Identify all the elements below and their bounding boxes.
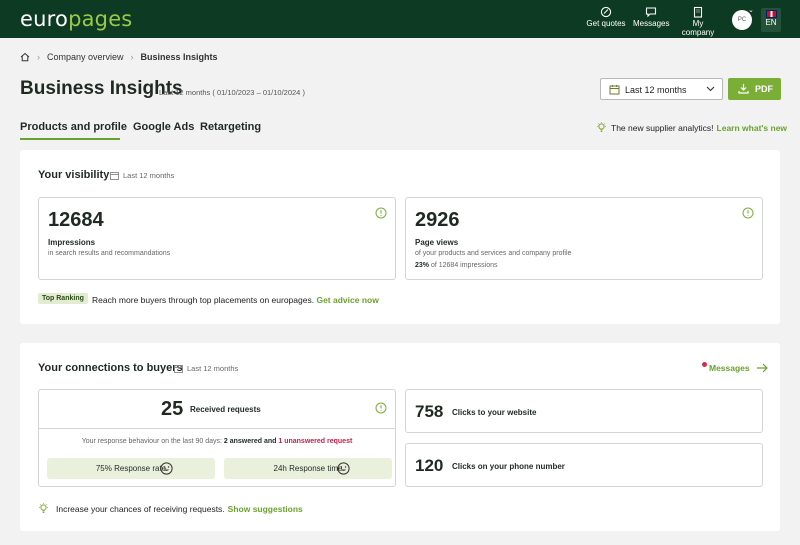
response-time-pill: 24h Response time (224, 458, 392, 479)
visibility-period-label: Last 12 months (123, 171, 175, 180)
europages-logo[interactable]: europages (20, 7, 132, 31)
get-advice-link[interactable]: Get advice now (316, 295, 378, 305)
show-suggestions-link[interactable]: Show suggestions (228, 504, 303, 514)
answered-count: 2 answered and (223, 438, 277, 445)
info-icon[interactable] (375, 402, 387, 414)
analytics-announcement: The new supplier analytics! Learn what's… (596, 122, 787, 133)
website-clicks-value: 758 (415, 402, 444, 421)
calendar-icon (110, 172, 119, 180)
download-icon (738, 84, 749, 94)
smiley-icon (160, 462, 173, 475)
top-ranking-text: Reach more buyers through top placements… (92, 295, 379, 305)
phone-clicks-label: Clicks on your phone number (452, 462, 565, 471)
page-views-share-rest: of 12684 impressions (430, 262, 498, 269)
response-rate-pill: 75% Response rate (47, 458, 215, 479)
analytics-note-text: The new supplier analytics! (611, 122, 714, 133)
language-label: EN (765, 18, 777, 27)
get-quotes-label: Get quotes (586, 19, 626, 28)
page-views-sublabel: of your products and services and compan… (415, 250, 572, 257)
calendar-icon (609, 85, 620, 95)
chevron-down-icon (706, 86, 715, 92)
info-icon[interactable] (742, 207, 754, 219)
top-navigation-bar: europages Get quotes Messages My company… (0, 0, 800, 38)
date-range-select[interactable]: Last 12 months (600, 78, 723, 100)
connections-card: Your connections to buyers Last 12 month… (20, 343, 780, 531)
tab-products-and-profile[interactable]: Products and profile (20, 121, 127, 133)
connections-period: Last 12 months (174, 364, 238, 373)
received-requests-box: 25 Received requests Your response behav… (38, 389, 396, 487)
active-tab-indicator (20, 138, 120, 140)
page-views-value: 2926 (415, 209, 460, 231)
received-requests-value: 25 (161, 398, 184, 420)
date-range-value: Last 12 months (625, 85, 687, 95)
info-icon[interactable] (375, 207, 387, 219)
response-behaviour-text: Your response behaviour on the last 90 d… (39, 438, 395, 445)
smiley-icon (337, 462, 350, 475)
messages-link-label: Messages (709, 363, 750, 373)
visibility-card: Your visibility Last 12 months 12684 Imp… (20, 150, 780, 324)
arrow-right-icon (756, 363, 768, 373)
lightbulb-icon (39, 503, 48, 513)
tab-retargeting[interactable]: Retargeting (200, 121, 261, 133)
breadcrumb-company-overview[interactable]: Company overview (47, 52, 124, 62)
response-time-label: 24h Response time (273, 464, 343, 473)
suggestions-text: Increase your chances of receiving reque… (56, 503, 225, 514)
impressions-sublabel: in search results and recommandations (48, 250, 171, 257)
page-views-label: Page views (415, 238, 459, 247)
messages-nav-button[interactable]: Messages (633, 6, 669, 34)
unanswered-count[interactable]: 1 unanswered request (278, 438, 352, 445)
phone-clicks-box: 120 Clicks on your phone number (405, 443, 763, 487)
website-clicks-box: 758 Clicks to your website (405, 389, 763, 433)
visibility-period: Last 12 months (110, 171, 174, 180)
unread-dot (702, 361, 707, 367)
website-clicks-label: Clicks to your website (452, 408, 537, 417)
chevron-down-icon[interactable]: ⌄ (748, 6, 754, 14)
breadcrumb: › Company overview › Business Insights (20, 52, 218, 62)
phone-clicks-value: 120 (415, 456, 444, 475)
tab-google-ads[interactable]: Google Ads (133, 121, 194, 133)
page-views-share-pct: 23% (415, 262, 430, 269)
impressions-value: 12684 (48, 209, 104, 231)
page-views-share: 23% of 12684 impressions (415, 262, 498, 269)
calendar-icon (174, 365, 183, 373)
chat-icon (645, 7, 657, 18)
breadcrumb-current: Business Insights (140, 52, 218, 62)
lightbulb-icon (597, 122, 606, 132)
breadcrumb-separator: › (37, 52, 40, 62)
pdf-download-button[interactable]: PDF (728, 78, 781, 100)
top-ranking-badge: Top Ranking (38, 293, 88, 304)
learn-whats-new-link[interactable]: Learn what's new (717, 123, 788, 133)
suggestions-row: Increase your chances of receiving reque… (38, 503, 303, 514)
messages-nav-label: Messages (633, 19, 670, 28)
quote-icon (600, 6, 612, 18)
messages-link[interactable]: Messages (702, 361, 769, 373)
breadcrumb-separator: › (130, 52, 134, 62)
impressions-box: 12684 Impressions in search results and … (38, 197, 396, 280)
received-requests-label: Received requests (190, 405, 261, 414)
pdf-button-label: PDF (755, 84, 773, 94)
response-rate-label: 75% Response rate (95, 464, 167, 473)
page-period: Last 12 months ( 01/10/2023 – 01/10/2024… (159, 88, 305, 97)
my-company-label: My company (681, 19, 715, 37)
page-views-box: 2926 Page views of your products and ser… (405, 197, 763, 280)
connections-title: Your connections to buyers (38, 362, 183, 374)
language-switcher[interactable]: EN (761, 8, 781, 32)
uk-flag-icon (765, 10, 777, 18)
home-icon[interactable] (20, 52, 30, 62)
behaviour-prefix: Your response behaviour on the last 90 d… (81, 438, 222, 445)
connections-period-label: Last 12 months (187, 364, 239, 373)
divider (39, 428, 395, 429)
visibility-title: Your visibility (38, 169, 110, 181)
get-quotes-button[interactable]: Get quotes (586, 6, 626, 34)
top-ranking-description: Reach more buyers through top placements… (92, 295, 315, 305)
impressions-label: Impressions (48, 238, 96, 247)
my-company-button[interactable]: My company (676, 6, 720, 37)
building-icon (693, 6, 703, 18)
